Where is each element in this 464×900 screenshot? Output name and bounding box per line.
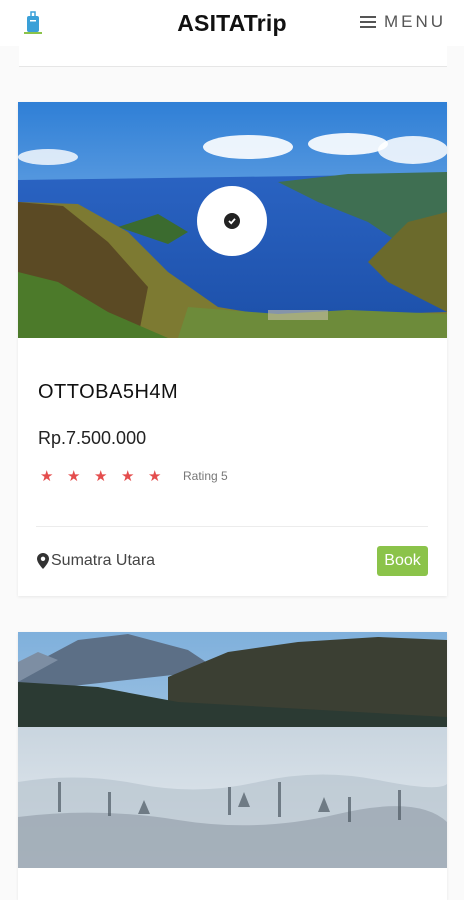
trip-location: Sumatra Utara — [37, 552, 155, 570]
check-icon — [224, 213, 240, 229]
star-icon: ★ — [94, 468, 108, 485]
card-divider — [36, 526, 428, 527]
trip-card[interactable] — [18, 632, 447, 900]
trip-title[interactable]: OTTOBA5H4M — [38, 381, 178, 404]
star-icon: ★ — [121, 468, 135, 485]
previous-card-bottom — [19, 46, 447, 67]
trip-price: Rp.7.500.000 — [38, 428, 147, 448]
menu-label: MENU — [383, 12, 446, 31]
trip-photo-misty-valley[interactable] — [18, 632, 447, 868]
trip-photo-lake[interactable] — [18, 102, 447, 338]
check-circle-icon[interactable] — [197, 186, 267, 256]
star-icon: ★ — [148, 468, 162, 485]
hamburger-icon — [359, 15, 376, 29]
trip-card[interactable]: OTTOBA5H4M Rp.7.500.000 ★ ★ ★ ★ ★ Rating… — [18, 102, 447, 596]
book-button[interactable]: Book — [377, 546, 428, 576]
star-icon: ★ — [67, 468, 81, 485]
menu-button[interactable]: MENU — [359, 12, 446, 32]
app-header: ASITATrip MENU — [0, 0, 464, 46]
star-icon: ★ — [40, 468, 54, 485]
rating-label: Rating 5 — [183, 469, 228, 483]
map-pin-icon — [37, 553, 49, 569]
rating-stars: ★ ★ ★ ★ ★ Rating 5 — [40, 467, 228, 485]
location-label: Sumatra Utara — [51, 552, 156, 569]
